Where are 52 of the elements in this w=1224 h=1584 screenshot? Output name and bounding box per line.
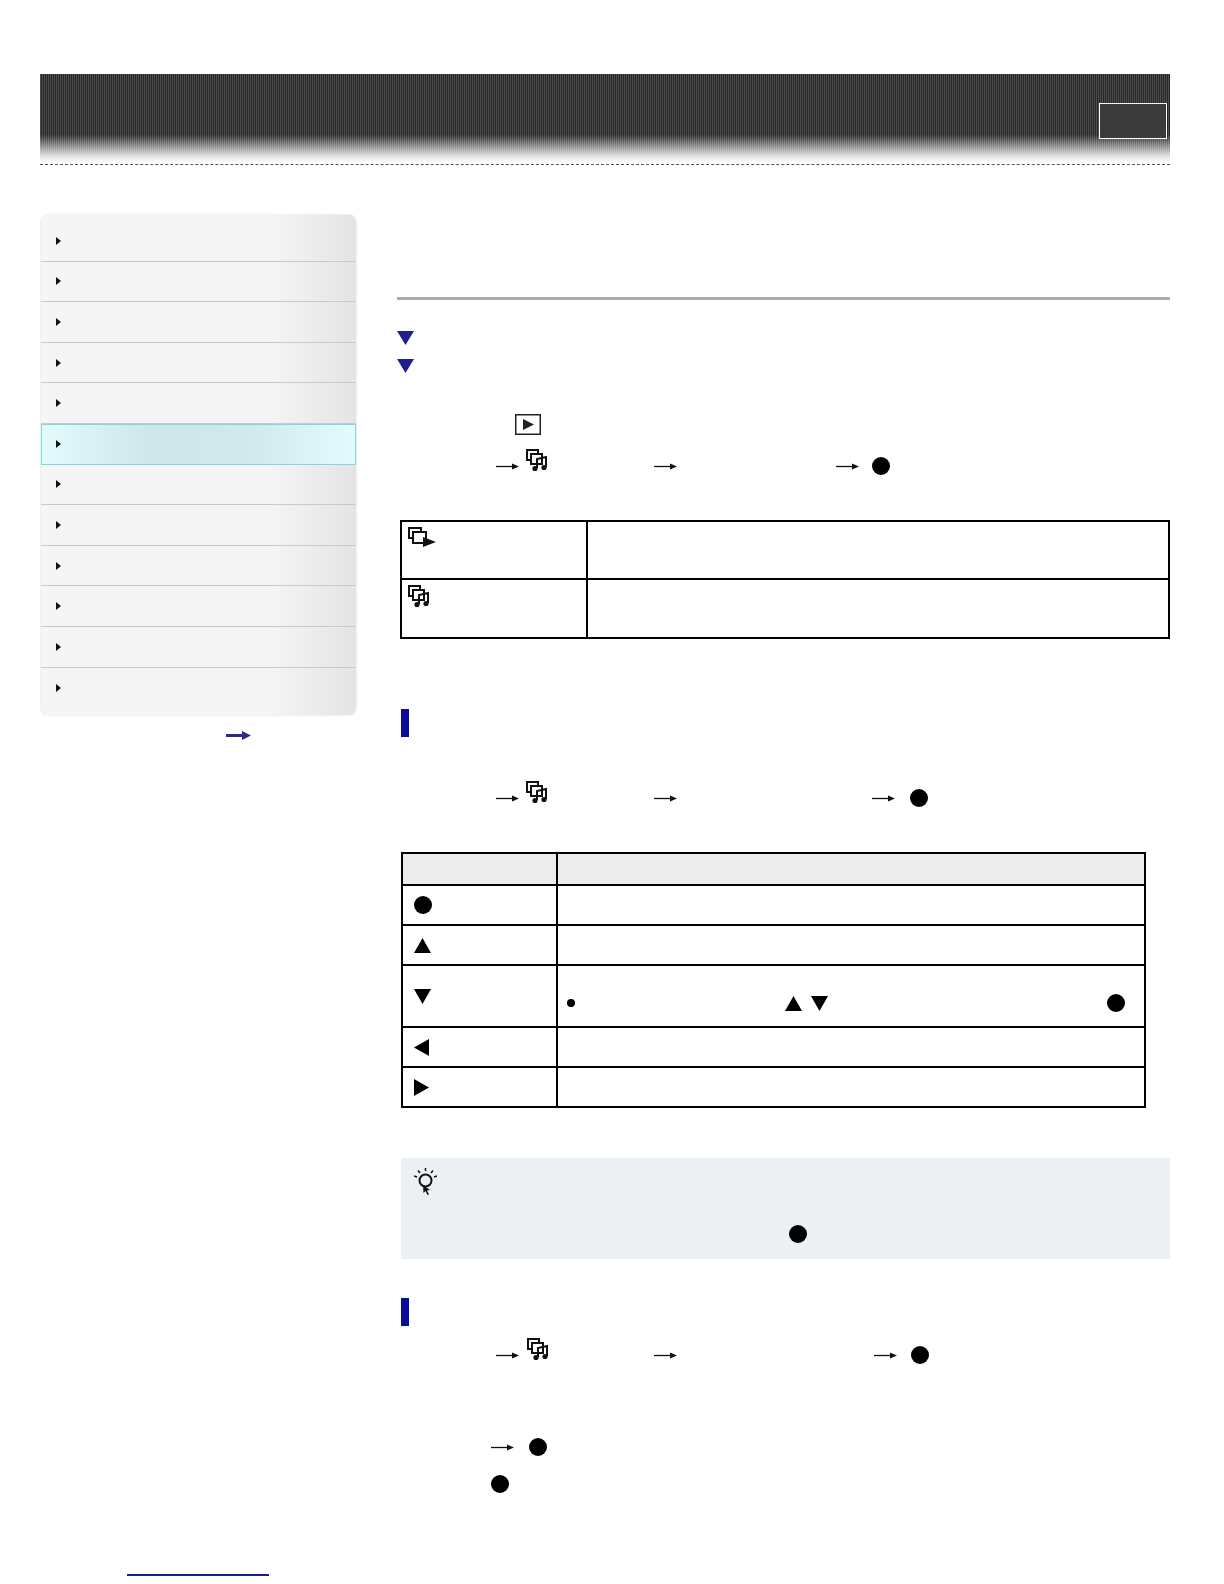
down-triangle-icon[interactable] <box>397 359 414 373</box>
caret-icon <box>56 602 61 611</box>
dot-icon <box>789 1225 807 1243</box>
arrow-icon <box>654 462 677 470</box>
caret-icon <box>56 358 61 367</box>
arrow-icon <box>496 462 519 470</box>
caret-icon <box>56 318 61 326</box>
play-icon <box>515 414 541 435</box>
heading-bar <box>401 709 409 737</box>
caret-icon <box>56 399 61 408</box>
bullet-icon <box>567 999 575 1007</box>
left-triangle-icon <box>414 1038 429 1056</box>
arrow-icon <box>496 1351 519 1359</box>
down-triangle-icon <box>811 995 828 1011</box>
caret-icon <box>56 683 61 692</box>
dot-icon <box>910 789 928 807</box>
arrow-icon <box>654 1351 677 1359</box>
arrow-icon <box>874 1351 897 1359</box>
right-triangle-icon <box>414 1078 429 1096</box>
dot-icon <box>1107 994 1125 1012</box>
caret-icon <box>56 277 61 286</box>
dot-icon <box>911 1346 929 1364</box>
sidebar-item[interactable] <box>41 423 356 465</box>
slides-music-icon <box>408 585 431 608</box>
down-triangle-icon[interactable] <box>397 331 414 345</box>
dot-icon <box>491 1475 509 1493</box>
header-button[interactable] <box>1099 103 1167 139</box>
caret-icon <box>56 480 61 489</box>
caret-icon <box>56 236 61 245</box>
arrow-icon <box>496 794 519 802</box>
slides-play-icon <box>408 527 436 547</box>
slides-music-icon <box>527 1338 550 1361</box>
link-underline[interactable] <box>127 1574 269 1576</box>
dot-icon <box>414 896 432 914</box>
lightbulb-icon <box>414 1168 437 1195</box>
arrow-icon <box>654 794 677 802</box>
down-triangle-icon <box>414 988 431 1004</box>
arrow-icon <box>836 462 859 470</box>
up-triangle-icon <box>785 995 802 1011</box>
right-arrow-icon[interactable] <box>226 731 251 741</box>
caret-icon <box>56 440 61 449</box>
caret-icon <box>56 561 61 570</box>
arrow-icon <box>491 1443 514 1451</box>
dot-icon <box>529 1438 547 1456</box>
caret-icon <box>56 520 61 529</box>
heading-bar <box>401 1298 409 1326</box>
arrow-icon <box>872 794 895 802</box>
up-triangle-icon <box>414 937 431 953</box>
dot-icon <box>872 457 890 475</box>
caret-icon <box>56 642 61 651</box>
slides-music-icon <box>526 449 549 472</box>
slides-music-icon <box>526 781 549 804</box>
